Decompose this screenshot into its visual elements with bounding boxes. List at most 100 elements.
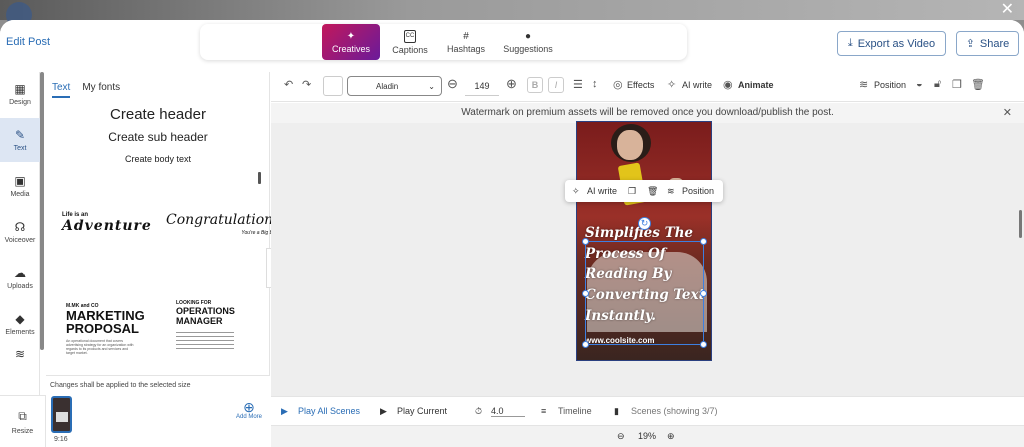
editor-modal: Edit Post ✦ Creatives CC Captions # Hash… — [0, 20, 1024, 447]
sidebar-item-layers[interactable]: ≋ — [0, 340, 40, 372]
sidebar-item-media[interactable]: ▣ Media — [0, 164, 40, 208]
zoom-bar: ⊖ 19% ⊕ — [271, 425, 1024, 447]
resize-label: Resize — [11, 427, 34, 435]
hash-icon: # — [463, 30, 469, 42]
sidebar-item-design[interactable]: ▦ Design — [0, 72, 40, 116]
play-all-button[interactable]: Play All Scenes — [298, 406, 360, 416]
editor-header: Edit Post ✦ Creatives CC Captions # Hash… — [0, 20, 1024, 72]
resize-handle[interactable] — [700, 341, 707, 348]
align-left-icon[interactable]: ☰ — [573, 78, 583, 91]
zoom-out-icon[interactable]: ⊖ — [617, 431, 625, 442]
sidebar-item-label: Voiceover — [4, 236, 36, 244]
resize-handle[interactable] — [582, 341, 589, 348]
share-icon: ⇪ — [965, 38, 975, 50]
share-label: Share — [979, 37, 1010, 50]
size-panel: Changes shall be applied to the selected… — [46, 375, 270, 447]
tab-creatives[interactable]: ✦ Creatives — [322, 24, 380, 60]
color-swatch[interactable] — [323, 76, 343, 96]
duration-input[interactable]: 4.0 — [491, 406, 525, 417]
download-icon: ⤓ — [847, 37, 853, 49]
sidebar-item-resize[interactable]: ⧉ Resize — [0, 395, 46, 447]
share-button[interactable]: ⇪ Share — [956, 31, 1019, 56]
resize-icon: ⧉ — [18, 408, 27, 423]
sidebar-item-label: Design — [9, 98, 31, 106]
tab-captions[interactable]: CC Captions — [380, 24, 440, 60]
create-subheader-option[interactable]: Create sub header — [46, 130, 270, 144]
tab-text[interactable]: Text — [52, 82, 71, 98]
panel-tabs: Text My fonts — [52, 82, 120, 98]
minus-circle-icon[interactable]: ⊖ — [447, 76, 458, 92]
bold-button[interactable]: B — [527, 77, 543, 93]
font-select[interactable]: Aladin ⌄ — [347, 76, 442, 96]
export-video-button[interactable]: ⤓ Export as Video — [837, 31, 946, 56]
template-operations-manager[interactable]: LOOKING FOR OPERATIONS MANAGER — [176, 300, 238, 352]
add-more-button[interactable]: ⊕ Add More — [232, 400, 266, 420]
selection-box[interactable] — [585, 241, 704, 345]
zoom-in-icon[interactable]: ⊕ — [667, 431, 675, 442]
popover-position[interactable]: Position — [682, 186, 714, 196]
sidebar-item-label: Uploads — [7, 282, 33, 290]
scenes-button[interactable]: Scenes (showing 3/7) — [631, 406, 718, 416]
tab-label: Creatives — [331, 43, 370, 54]
close-icon[interactable]: ✕ — [1003, 103, 1012, 123]
redo-icon[interactable]: ↷ — [302, 78, 311, 91]
duplicate-icon[interactable]: ❐ — [628, 186, 636, 197]
opacity-icon[interactable]: ◒ — [916, 78, 923, 90]
font-size-input[interactable]: 149 — [465, 76, 499, 96]
playback-bar: ▶ Play All Scenes ▶ Play Current ⏱︎ 4.0 … — [271, 396, 1024, 425]
photo-face — [617, 130, 643, 160]
template-adventure[interactable]: Life is an Adventure — [62, 212, 152, 234]
play-current-button[interactable]: Play Current — [397, 406, 447, 416]
create-header-option[interactable]: Create header — [46, 106, 270, 123]
plus-circle-icon[interactable]: ⊕ — [506, 76, 517, 92]
close-icon[interactable]: ✕ — [1001, 2, 1014, 18]
position-button[interactable]: Position — [874, 80, 906, 90]
template-marketing-proposal[interactable]: M.MK and CO MARKETING PROPOSAL An operat… — [66, 303, 146, 355]
trash-icon[interactable]: 🗑︎ — [647, 186, 658, 197]
timeline-button[interactable]: Timeline — [558, 406, 592, 416]
canvas-scrollbar[interactable] — [1019, 210, 1022, 238]
line-spacing-icon[interactable]: ↕ — [592, 78, 598, 90]
play-current-icon: ▶ — [380, 406, 387, 416]
resize-handle[interactable] — [700, 238, 707, 245]
duplicate-icon[interactable]: ❐ — [952, 78, 962, 91]
tab-suggestions[interactable]: ● Suggestions — [492, 24, 564, 60]
resize-handle[interactable] — [582, 290, 589, 297]
tab-label: Suggestions — [503, 43, 553, 54]
size-thumbnail[interactable] — [51, 396, 72, 433]
lock-icon[interactable]: 🔓︎ — [934, 78, 941, 91]
element-popover: ✧ AI write ❐ 🗑︎ ≋ Position — [565, 180, 723, 202]
layers-icon: ≋ — [667, 186, 675, 196]
resize-handle[interactable] — [582, 238, 589, 245]
create-body-option[interactable]: Create body text — [46, 154, 270, 164]
tab-hashtags[interactable]: # Hashtags — [440, 24, 492, 60]
rotate-icon[interactable]: ↻ — [638, 217, 651, 230]
sidebar-item-voiceover[interactable]: ☊ Voiceover — [0, 210, 40, 254]
tab-my-fonts[interactable]: My fonts — [82, 82, 120, 98]
play-all-icon: ▶ — [281, 406, 288, 416]
sidebar-item-uploads[interactable]: ☁ Uploads — [0, 256, 40, 300]
template-big-text: Adventure — [62, 218, 152, 234]
trash-icon[interactable]: 🗑︎ — [971, 78, 985, 91]
text-icon: ✎ — [14, 127, 26, 142]
resize-handle[interactable] — [700, 290, 707, 297]
animate-button[interactable]: Animate — [738, 80, 774, 90]
changes-message: Changes shall be applied to the selected… — [50, 382, 191, 389]
cloud-upload-icon: ☁ — [14, 265, 26, 280]
sidebar-item-text[interactable]: ✎ Text — [0, 118, 40, 162]
template-body-text: An operational document that covers adve… — [66, 339, 134, 355]
popover-ai-write[interactable]: AI write — [587, 186, 617, 196]
watermark-banner: Watermark on premium assets will be remo… — [271, 103, 1024, 123]
tab-label: Hashtags — [446, 43, 486, 54]
undo-icon[interactable]: ↶ — [284, 78, 293, 91]
rail-scrollbar[interactable] — [40, 72, 44, 350]
chevron-down-icon: ⌄ — [428, 81, 435, 91]
template-congratulations[interactable]: Congratulations! You're a Big Brother — [166, 212, 286, 236]
left-rail: ▦ Design ✎ Text ▣ Media ☊ Voiceover ☁ Up… — [0, 72, 40, 447]
italic-button[interactable]: I — [548, 77, 564, 93]
ai-write-button[interactable]: AI write — [682, 80, 712, 90]
font-name: Aladin — [376, 81, 399, 91]
elements-icon: ◆ — [15, 311, 25, 326]
panel-scrollbar[interactable] — [258, 172, 261, 184]
effects-button[interactable]: Effects — [627, 80, 654, 90]
